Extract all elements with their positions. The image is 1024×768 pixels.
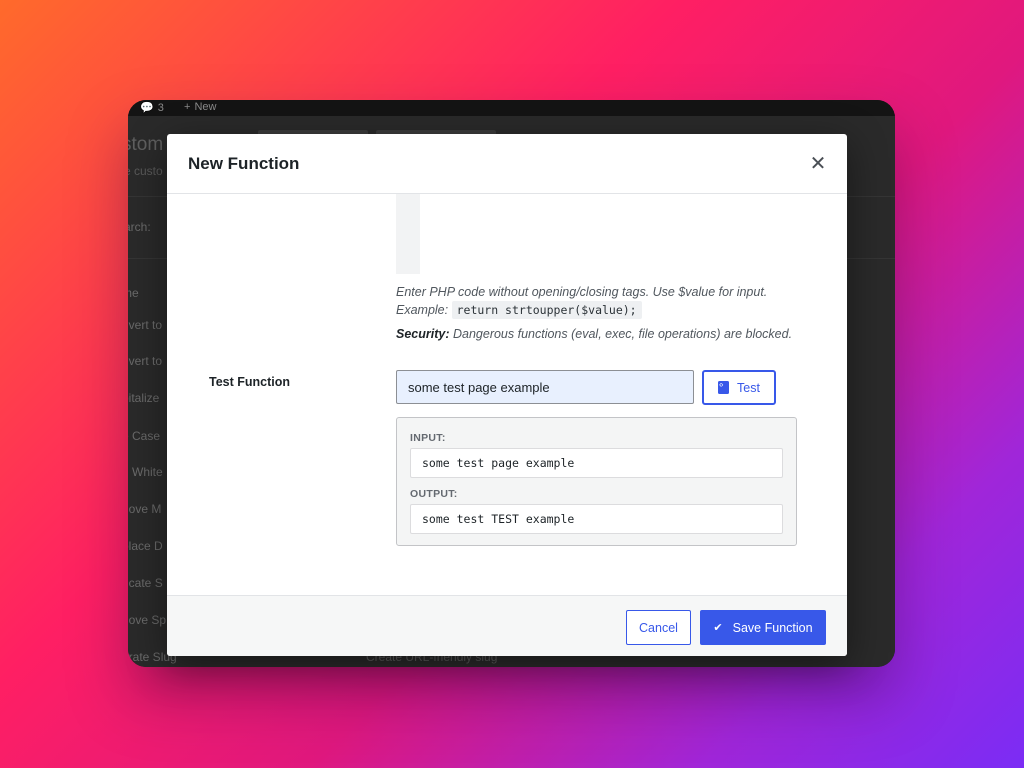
admin-bar: 💬 3 + New [128, 100, 895, 116]
help-line: Enter PHP code without opening/closing t… [396, 285, 768, 299]
security-label: Security: [396, 327, 450, 341]
security-text: Dangerous functions (eval, exec, file op… [452, 327, 793, 341]
background-page-title: stom [128, 134, 164, 155]
test-result-panel: INPUT: some test page example OUTPUT: so… [396, 417, 797, 546]
new-label: New [194, 101, 217, 113]
code-help-text: Enter PHP code without opening/closing t… [396, 283, 816, 319]
list-item: nove Sp [128, 613, 167, 627]
list-item: e Case [128, 429, 161, 443]
list-item: nvert to [128, 354, 163, 368]
input-result-value: some test page example [410, 448, 783, 478]
background-page-subtitle: e custo [128, 164, 163, 178]
dialog-body: Enter PHP code without opening/closing t… [167, 194, 847, 595]
new-content-link[interactable]: + New [184, 101, 216, 113]
test-input-field[interactable] [396, 370, 694, 404]
cancel-button[interactable]: Cancel [626, 610, 691, 645]
list-item: place D [128, 539, 163, 553]
php-code-editor[interactable] [396, 194, 812, 274]
list-item: ncate S [128, 576, 163, 590]
code-file-icon [718, 380, 730, 394]
output-result-label: OUTPUT: [410, 488, 458, 500]
list-item: pitalize [128, 391, 160, 405]
new-function-dialog: New Function ✕ Enter PHP code without op… [167, 134, 847, 656]
save-function-button[interactable]: ✔ Save Function [700, 610, 826, 645]
comment-count: 3 [157, 101, 164, 114]
example-prefix: Example: [396, 303, 449, 317]
close-icon: ✕ [809, 153, 827, 175]
save-button-label: Save Function [732, 620, 813, 635]
output-result-value: some test TEST example [410, 504, 783, 534]
test-button[interactable]: Test [702, 370, 776, 405]
test-function-label: Test Function [209, 375, 291, 389]
list-item: n White [128, 465, 163, 479]
checkmark-icon: ✔ [713, 622, 723, 634]
dialog-header: New Function ✕ [167, 134, 847, 194]
dialog-title: New Function [188, 153, 300, 173]
background-column-header: me [128, 286, 139, 300]
example-code: return strtoupper($value); [451, 301, 642, 319]
close-button[interactable]: ✕ [804, 150, 832, 178]
help-example: Example: return strtoupper($value); [396, 301, 816, 319]
list-item: nvert to [128, 318, 163, 332]
comment-icon: 💬 [140, 102, 154, 114]
plus-icon: + [184, 101, 191, 113]
test-button-label: Test [737, 380, 760, 395]
security-note: Security: Dangerous functions (eval, exe… [396, 327, 792, 341]
comments-indicator[interactable]: 💬 3 [140, 101, 164, 115]
dialog-footer: Cancel ✔ Save Function [167, 595, 847, 656]
list-item: nove M [128, 502, 162, 516]
input-result-label: INPUT: [410, 432, 446, 444]
background-search-label: arch: [128, 220, 151, 234]
